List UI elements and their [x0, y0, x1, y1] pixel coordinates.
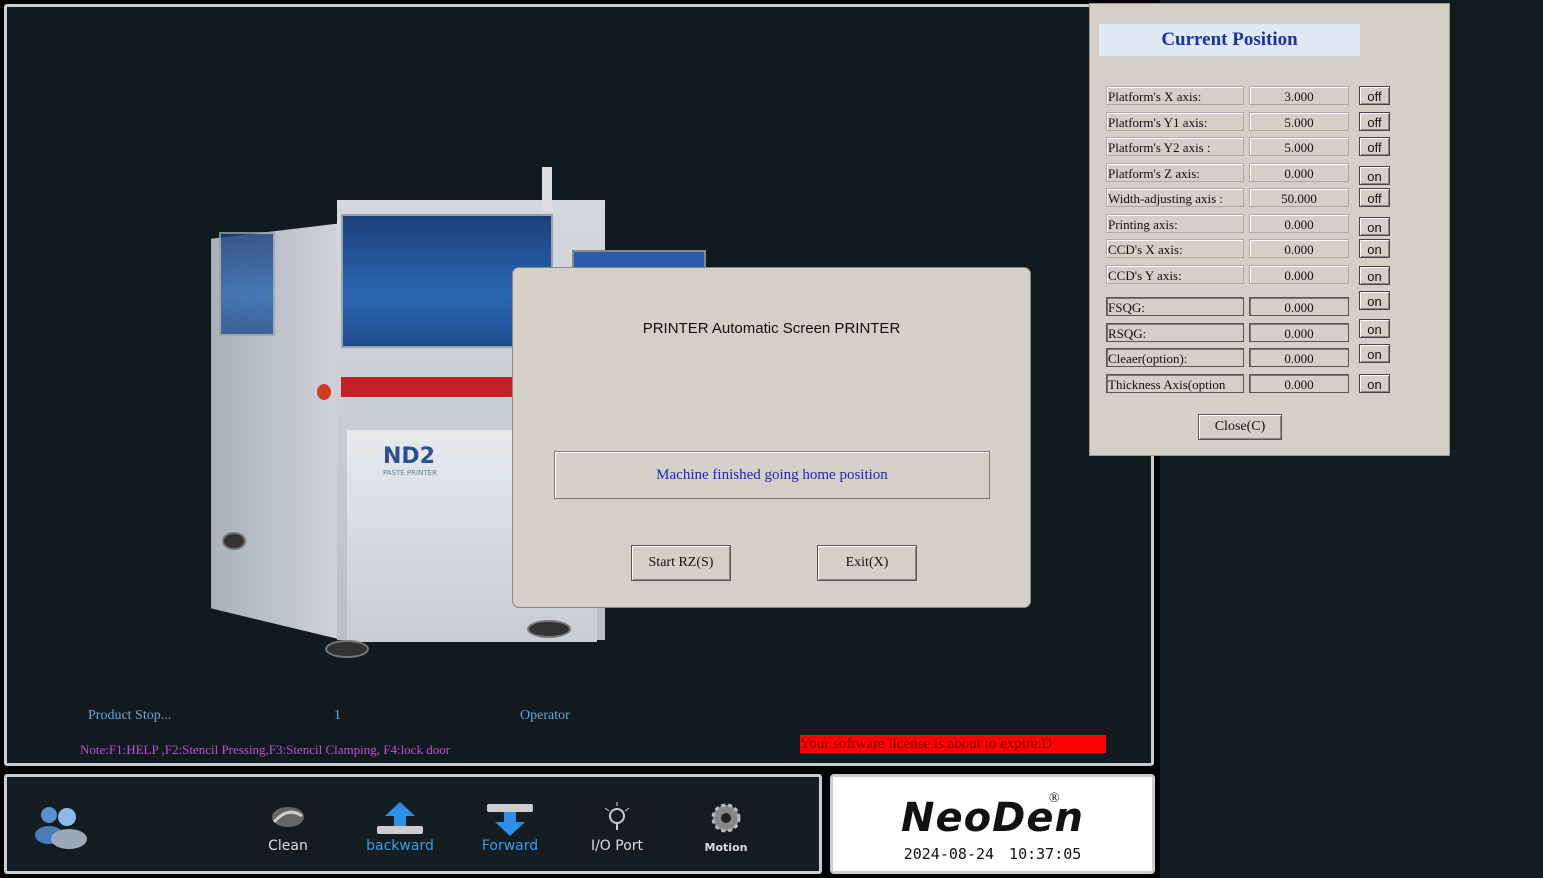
axis-label: Printing axis:: [1106, 214, 1244, 233]
axis-toggle[interactable]: off: [1359, 188, 1390, 207]
axis-toggle[interactable]: on: [1359, 374, 1390, 393]
arrow-up-icon: [366, 802, 434, 841]
axis-value: 0.000: [1249, 374, 1349, 393]
clean-icon: [254, 802, 322, 837]
axis-value: 0.000: [1249, 163, 1349, 182]
license-warning: Your software license is about to expire…: [800, 735, 1106, 753]
exit-button[interactable]: Exit(X): [817, 545, 917, 581]
clean-label: Clean: [268, 838, 308, 854]
motion-button[interactable]: Motion: [692, 800, 760, 856]
clean-button[interactable]: Clean: [254, 800, 322, 856]
axis-label: CCD's X axis:: [1106, 239, 1244, 258]
backward-button[interactable]: backward: [366, 800, 434, 856]
axis-value: 5.000: [1249, 112, 1349, 131]
machine-model-label: ND2: [383, 444, 435, 469]
datetime-display: 2024-08-24 10:37:05: [903, 845, 1082, 863]
brand-panel: NeoDen ® 2024-08-24 10:37:05: [830, 774, 1155, 874]
axis-toggle[interactable]: on: [1359, 217, 1390, 236]
axis-label: Platform's Z axis:: [1106, 163, 1244, 182]
position-panel-title: Current Position: [1099, 24, 1360, 56]
axis-toggle[interactable]: off: [1359, 86, 1390, 105]
axis-value: 0.000: [1249, 323, 1349, 342]
axis-label: Platform's Y1 axis:: [1106, 112, 1244, 131]
arrow-down-icon: [476, 802, 544, 841]
machine-model-sublabel: PASTE PRINTER: [383, 469, 437, 477]
forward-button[interactable]: Forward: [476, 800, 544, 856]
axis-value: 5.000: [1249, 137, 1349, 156]
axis-toggle[interactable]: off: [1359, 137, 1390, 156]
axis-toggle[interactable]: on: [1359, 344, 1390, 363]
axis-label: Thickness Axis(option: [1106, 374, 1244, 393]
forward-label: Forward: [481, 838, 539, 854]
user-role: Operator: [520, 708, 570, 723]
axis-toggle[interactable]: on: [1359, 291, 1390, 310]
axis-label: Cleaer(option):: [1106, 348, 1244, 367]
dialog-message: Machine finished going home position: [554, 451, 990, 499]
axis-toggle[interactable]: on: [1359, 319, 1390, 338]
axis-value: 0.000: [1249, 348, 1349, 367]
axis-value: 0.000: [1249, 265, 1349, 284]
axis-label: Width-adjusting axis :: [1106, 188, 1244, 207]
product-state: Product Stop...: [88, 708, 172, 723]
hotkey-note: Note:F1:HELP ,F2:Stencil Pressing,F3:Ste…: [80, 742, 451, 757]
product-count: 1: [334, 708, 341, 723]
bulb-icon: [583, 802, 651, 837]
axis-toggle[interactable]: on: [1359, 266, 1390, 285]
backward-label: backward: [366, 838, 434, 854]
axis-value: 0.000: [1249, 239, 1349, 258]
axis-label: FSQG:: [1106, 297, 1244, 316]
axis-label: Platform's Y2 axis :: [1106, 137, 1244, 156]
dialog-title: PRINTER Automatic Screen PRINTER: [642, 320, 901, 337]
axis-label: CCD's Y axis:: [1106, 265, 1244, 284]
io-port-button[interactable]: I/O Port: [583, 800, 651, 856]
current-position-panel: Current Position Platform's X axis: 3.00…: [1089, 3, 1450, 456]
gear-icon: [692, 802, 760, 839]
axis-value: 0.000: [1249, 297, 1349, 316]
axis-value: 3.000: [1249, 86, 1349, 105]
axis-toggle[interactable]: off: [1359, 112, 1390, 131]
axis-value: 50.000: [1249, 188, 1349, 207]
axis-label: RSQG:: [1106, 323, 1244, 342]
axis-label: Platform's X axis:: [1106, 86, 1244, 105]
neoden-logo: NeoDen: [901, 795, 1084, 841]
start-rz-button[interactable]: Start RZ(S): [631, 545, 731, 581]
bottom-toolbar: Clean backward Forward I/O Port Motion: [4, 774, 822, 874]
axis-toggle[interactable]: on: [1359, 166, 1390, 185]
close-button[interactable]: Close(C): [1198, 414, 1282, 440]
users-icon[interactable]: [33, 803, 93, 849]
axis-toggle[interactable]: on: [1359, 239, 1390, 258]
io-port-label: I/O Port: [590, 838, 644, 854]
axis-value: 0.000: [1249, 214, 1349, 233]
home-position-dialog: PRINTER Automatic Screen PRINTER Machine…: [513, 268, 1030, 607]
registered-mark: ®: [1049, 791, 1060, 806]
motion-label: Motion: [704, 841, 748, 854]
